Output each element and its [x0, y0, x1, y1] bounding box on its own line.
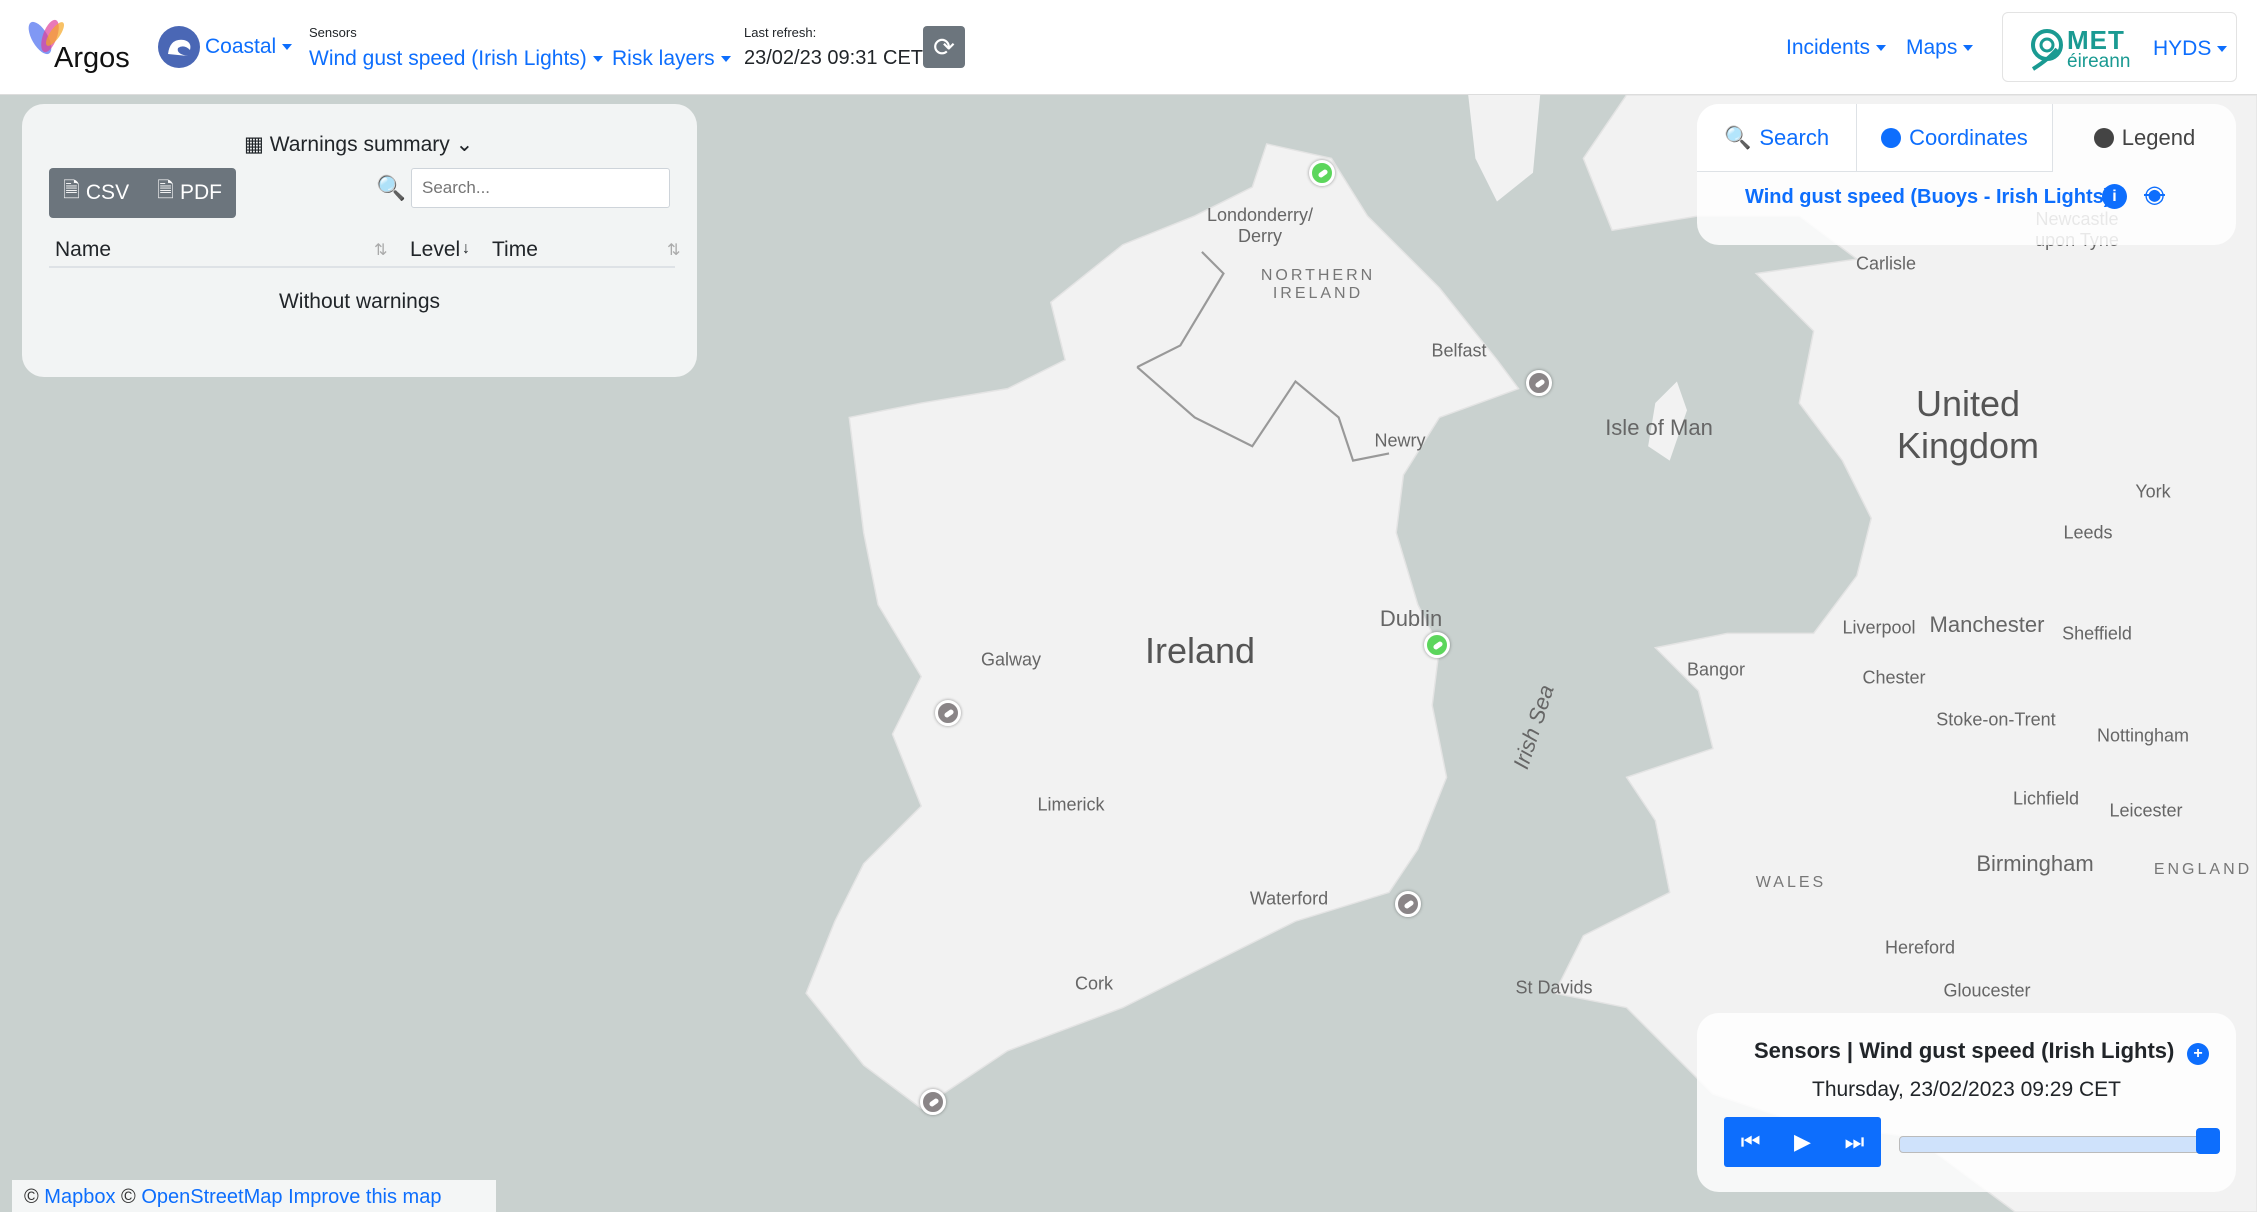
map-attribution: © Mapbox © OpenStreetMap Improve this ma… — [12, 1180, 496, 1212]
sensor-marker[interactable] — [920, 1089, 946, 1115]
improve-map-link[interactable]: Improve this map — [288, 1186, 441, 1208]
map-label: Ireland — [1144, 630, 1256, 671]
eireann-logo-text: éireann — [2067, 51, 2131, 72]
map-label: Nottingham — [2096, 725, 2190, 746]
sort-icon: ⇅ — [667, 242, 681, 259]
mapbox-link[interactable]: Mapbox — [44, 1186, 115, 1208]
map-label: Stoke-on-Trent — [1936, 709, 2056, 730]
warnings-table-header: Name ⇅ Level ↓ Time ⇅ — [49, 228, 680, 268]
export-pdf-button[interactable]: 🗎 PDF — [143, 168, 236, 218]
export-csv-button[interactable]: 🗎 CSV — [49, 168, 144, 218]
search-icon: 🔍 — [376, 175, 406, 202]
csv-file-icon: 🗎 — [63, 178, 80, 202]
map-label: Leicester — [2109, 800, 2183, 821]
map-label: United Kingdom — [1896, 383, 2040, 466]
map-label: Galway — [980, 649, 1042, 670]
map-label: Newry — [1374, 430, 1426, 451]
sensor-player-panel: Sensors | Wind gust speed (Irish Lights)… — [1697, 1013, 2236, 1192]
expand-plus-icon[interactable]: + — [2187, 1043, 2209, 1065]
map-label: Cork — [1074, 973, 1114, 994]
tab-coordinates[interactable]: Coordinates — [1857, 104, 2053, 172]
map-label: Belfast — [1431, 340, 1487, 361]
app-name: Argos — [54, 42, 130, 74]
column-name[interactable]: Name — [55, 238, 111, 262]
warnings-panel: ▦ Warnings summary ⌄ 🗎CSV 🗎PDF 🔍 Name ⇅ … — [22, 104, 697, 377]
map-label: ENGLAND — [2153, 861, 2253, 878]
sensor-marker[interactable] — [1526, 370, 1552, 396]
maps-dropdown[interactable]: Maps — [1906, 36, 1974, 60]
map-label: Londonderry/ Derry — [1206, 205, 1314, 246]
last-refresh-time: 23/02/23 09:31 CET — [744, 47, 924, 69]
player-datetime: Thursday, 23/02/2023 09:29 CET — [1812, 1078, 2121, 1101]
map-label: WALES — [1755, 874, 1827, 891]
info-icon[interactable]: i — [2102, 184, 2127, 209]
map-label: Carlisle — [1855, 253, 1917, 274]
map-label: Isle of Man — [1605, 415, 1713, 440]
pdf-file-icon: 🗎 — [157, 178, 174, 202]
sensor-marker[interactable] — [935, 700, 961, 726]
refresh-icon: ⟳ — [933, 32, 955, 62]
risk-layers-dropdown[interactable]: Risk layers — [612, 47, 731, 71]
osm-link[interactable]: OpenStreetMap — [141, 1186, 282, 1208]
column-level[interactable]: Level — [410, 238, 460, 262]
legend-layer-name: Wind gust speed (Buoys - Irish Lights) — [1745, 186, 2111, 208]
incidents-dropdown[interactable]: Incidents — [1786, 36, 1887, 60]
map-label: Birmingham — [1976, 851, 2094, 876]
sort-desc-icon: ↓ — [462, 240, 470, 257]
sensor-marker[interactable] — [1424, 632, 1450, 658]
sensor-marker[interactable] — [1395, 891, 1421, 917]
empty-warnings-message: Without warnings — [278, 290, 441, 313]
map-label: St Davids — [1515, 977, 1593, 998]
map-label: Limerick — [1037, 794, 1105, 815]
search-location-icon: 🔍 — [1723, 124, 1752, 150]
profile-dropdown[interactable]: Coastal — [205, 35, 293, 59]
map-label: Waterford — [1249, 888, 1329, 909]
warnings-summary-toggle[interactable]: ▦ Warnings summary ⌄ — [244, 132, 473, 157]
sensor-dropdown[interactable]: Wind gust speed (Irish Lights) — [309, 47, 603, 71]
tab-legend[interactable]: Legend — [2053, 104, 2236, 172]
map-label: Gloucester — [1943, 980, 2031, 1001]
warnings-search-input[interactable] — [411, 168, 670, 208]
map-label: Hereford — [1884, 937, 1956, 958]
top-navbar: Argos Coastal Sensors Wind gust speed (I… — [0, 0, 2257, 95]
tools-panel: 🔍 Search Coordinates Legend Wind gust spe… — [1697, 104, 2236, 245]
map-label: Bangor — [1686, 659, 1746, 680]
map-label: Liverpool — [1842, 617, 1916, 638]
user-dropdown: HYDS — [2153, 37, 2228, 61]
skip-forward-button[interactable]: ⏭ — [1844, 1129, 1864, 1155]
skip-back-button[interactable]: ⏮ — [1741, 1129, 1761, 1155]
argos-logo[interactable]: Argos — [22, 16, 130, 74]
met-eireann-swirl-icon — [2031, 29, 2063, 71]
column-time[interactable]: Time — [492, 238, 538, 262]
map-label: York — [2135, 481, 2171, 502]
sort-icon: ⇅ — [374, 242, 388, 259]
coastal-wave-icon — [158, 26, 200, 68]
refresh-button[interactable]: ⟳ — [923, 26, 965, 68]
map-label: NORTHERN IRELAND — [1260, 267, 1376, 302]
map-label: Lichfield — [2012, 788, 2080, 809]
eye-slash-icon[interactable]: ◉ — [2144, 180, 2165, 209]
sensors-label: Sensors — [309, 25, 357, 40]
compass-icon — [1881, 127, 1902, 148]
time-slider[interactable] — [1899, 1128, 2220, 1154]
time-slider-thumb[interactable] — [2196, 1128, 2220, 1154]
map-label: Chester — [1862, 667, 1926, 688]
tab-search[interactable]: 🔍 Search — [1697, 104, 1857, 172]
map-label: Leeds — [2063, 522, 2113, 543]
palette-icon — [2093, 128, 2114, 148]
map-label: Sheffield — [2062, 623, 2132, 644]
sensor-marker[interactable] — [1309, 160, 1335, 186]
map-label: Dublin — [1379, 606, 1443, 631]
player-title: Sensors | Wind gust speed (Irish Lights) — [1754, 1038, 2175, 1063]
user-menu[interactable]: MET éireann HYDS — [2002, 12, 2237, 82]
play-button[interactable]: ▶ — [1794, 1129, 1811, 1155]
last-refresh-label: Last refresh: — [744, 25, 817, 40]
map-label: Manchester — [1929, 612, 2045, 637]
table-icon: ▦ — [244, 133, 270, 156]
